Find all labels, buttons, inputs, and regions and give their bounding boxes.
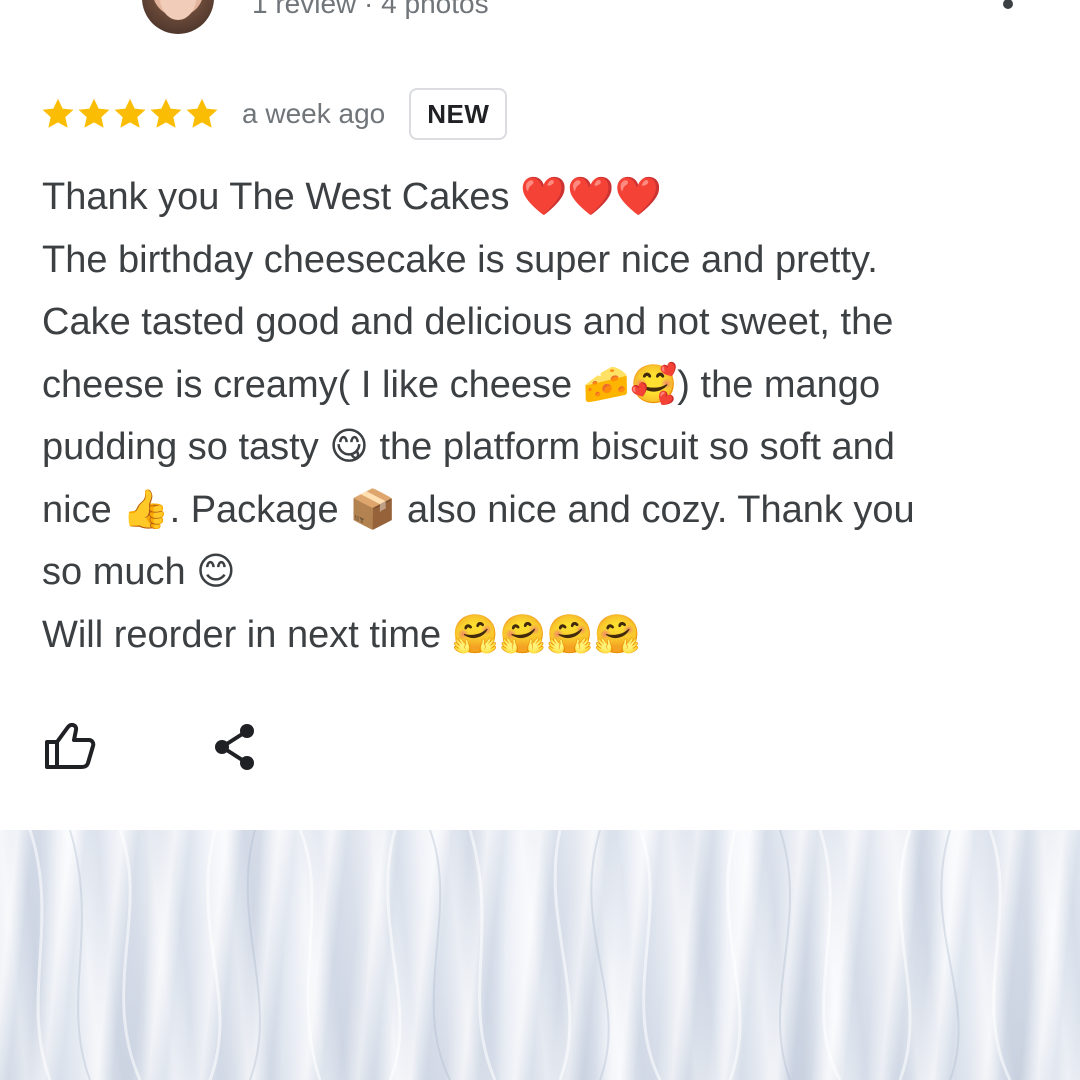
star-icon bbox=[114, 98, 146, 128]
review-line: Cake tasted good and delicious and not s… bbox=[42, 301, 894, 343]
more-button[interactable] bbox=[996, 0, 1020, 20]
chevron-left-icon bbox=[50, 0, 90, 16]
star-icon bbox=[150, 98, 182, 128]
review-date: a week ago bbox=[242, 98, 386, 129]
new-badge: NEW bbox=[409, 88, 508, 140]
review-line: pudding so tasty 😋 the platform biscuit … bbox=[42, 426, 895, 468]
review-line: cheese is creamy( I like cheese 🧀🥰) the … bbox=[42, 363, 881, 406]
back-button[interactable] bbox=[50, 0, 90, 16]
share-button[interactable] bbox=[212, 722, 258, 772]
thumb-up-icon bbox=[45, 722, 96, 769]
review-line: Will reorder in next time 🤗🤗🤗🤗 bbox=[42, 613, 641, 656]
star-rating bbox=[40, 96, 220, 132]
avatar[interactable] bbox=[142, 0, 214, 34]
review-page: 1 review · 4 photos a week ago NEW Thank… bbox=[0, 0, 1080, 1080]
review-line: Thank you The West Cakes ❤️❤️❤️ bbox=[42, 176, 662, 218]
share-icon bbox=[215, 724, 254, 770]
star-icon bbox=[78, 98, 110, 128]
review-text: Thank you The West Cakes ❤️❤️❤️ The birth… bbox=[42, 166, 1042, 666]
review-line: nice 👍. Package 📦 also nice and cozy. Th… bbox=[42, 488, 915, 531]
review-line: so much 😊 bbox=[42, 551, 236, 593]
review-photo[interactable] bbox=[0, 830, 1080, 1080]
reviewer-meta[interactable]: 1 review · 4 photos bbox=[252, 0, 489, 20]
rating-row: a week ago NEW bbox=[40, 86, 508, 142]
review-line: The birthday cheesecake is super nice an… bbox=[42, 238, 878, 281]
star-icon bbox=[42, 98, 74, 128]
tulle-fabric-texture bbox=[28, 830, 1012, 1080]
star-icon bbox=[186, 98, 218, 128]
more-vert-icon bbox=[1003, 0, 1013, 9]
like-button[interactable] bbox=[44, 722, 96, 770]
